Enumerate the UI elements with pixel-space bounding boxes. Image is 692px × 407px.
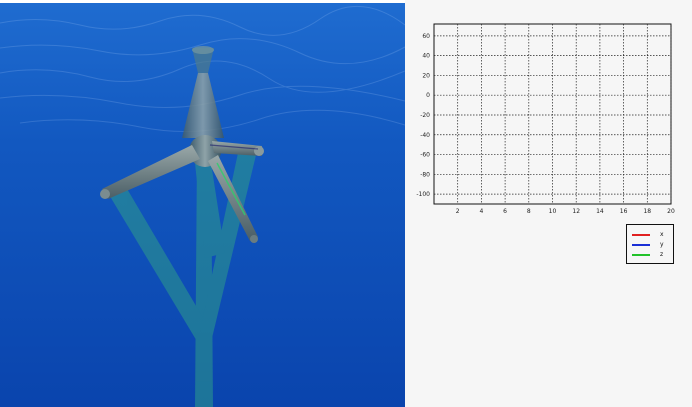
- legend-label-x: x: [660, 231, 664, 238]
- y-tick-label: 60: [422, 33, 430, 40]
- legend-label-z: z: [660, 251, 664, 258]
- x-tick-label: 2: [456, 208, 460, 215]
- y-tick-label: -60: [420, 152, 430, 159]
- legend-swatch-z: [632, 254, 650, 256]
- x-tick-label: 18: [643, 208, 651, 215]
- chart-legend: x y z: [626, 224, 674, 264]
- x-tick-label: 20: [667, 208, 675, 215]
- x-tick-label: 10: [549, 208, 557, 215]
- x-tick-label: 4: [479, 208, 483, 215]
- y-tick-label: 40: [422, 53, 430, 60]
- turbine-scene: [0, 3, 405, 407]
- x-tick-label: 16: [620, 208, 628, 215]
- y-tick-label: -20: [420, 112, 430, 119]
- x-axis-ticks: 2 4 6 8 10 12 14 16 18 20: [456, 208, 675, 215]
- legend-swatch-y: [632, 244, 650, 246]
- y-tick-label: -80: [420, 171, 430, 178]
- y-tick-label: 0: [426, 92, 430, 99]
- legend-item-z: z: [627, 250, 675, 260]
- application-window: 60 40 20 0 -20 -40 -60 -80 -100 2 4 6 8 10 12 14 16 18 20…: [0, 0, 692, 407]
- legend-label-y: y: [660, 241, 664, 248]
- x-tick-label: 12: [572, 208, 580, 215]
- line-chart[interactable]: 60 40 20 0 -20 -40 -60 -80 -100 2 4 6 8 10 12 14 16 18 20: [405, 0, 692, 220]
- y-tick-label: 20: [422, 72, 430, 79]
- x-tick-label: 14: [596, 208, 604, 215]
- x-tick-label: 8: [527, 208, 531, 215]
- y-tick-label: -100: [416, 191, 430, 198]
- plot-panel: 60 40 20 0 -20 -40 -60 -80 -100 2 4 6 8 10 12 14 16 18 20…: [405, 0, 692, 407]
- legend-item-x: x: [627, 230, 675, 240]
- x-tick-label: 6: [503, 208, 507, 215]
- y-tick-label: -40: [420, 132, 430, 139]
- 3d-viewport[interactable]: [0, 3, 405, 407]
- legend-item-y: y: [627, 240, 675, 250]
- legend-swatch-x: [632, 234, 650, 236]
- y-axis-ticks: 60 40 20 0 -20 -40 -60 -80 -100: [416, 33, 430, 198]
